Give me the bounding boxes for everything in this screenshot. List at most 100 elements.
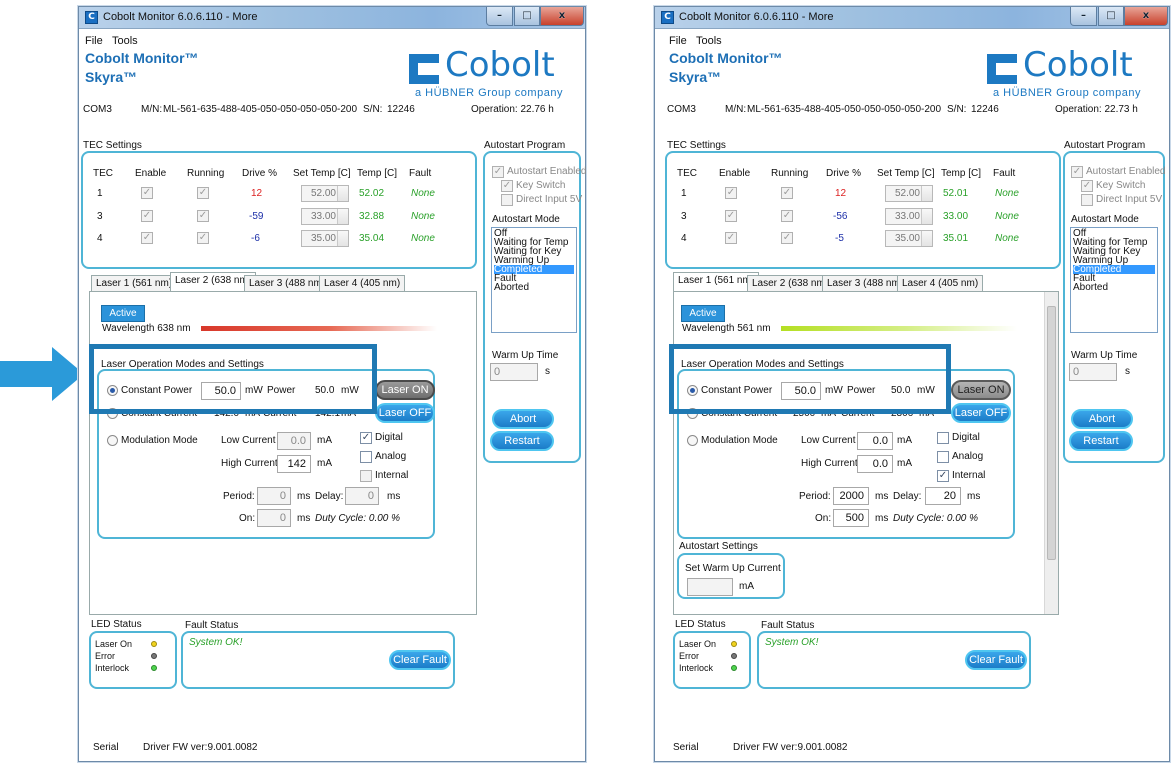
abort-button[interactable]: Abort	[1071, 409, 1133, 429]
on-field[interactable]: 0	[257, 509, 291, 527]
laser-on-button[interactable]: Laser ON	[951, 380, 1011, 400]
low-current-field[interactable]: 0.0	[277, 432, 311, 450]
led-error-label: Error	[679, 651, 699, 661]
laser-off-button[interactable]: Laser OFF	[951, 403, 1011, 423]
period-field[interactable]: 2000	[833, 487, 869, 505]
tab-laser-1[interactable]: Laser 1 (561 nm)	[91, 275, 178, 292]
left-window: C Cobolt Monitor 6.0.6.110 - More – □ x …	[78, 6, 587, 762]
modulation-mode-radio[interactable]	[107, 435, 118, 446]
delay-field[interactable]: 20	[925, 487, 961, 505]
sn-label: S/N:	[947, 104, 967, 115]
on-unit: ms	[297, 513, 311, 524]
menu-tools[interactable]: Tools	[112, 35, 138, 47]
tec-drive: -59	[249, 211, 264, 222]
high-current-field[interactable]: 142	[277, 455, 311, 473]
set-warmup-unit: mA	[739, 581, 754, 592]
tec-enable-checkbox: ✓	[141, 187, 153, 199]
tec-header: Drive %	[242, 168, 278, 179]
maximize-button[interactable]: □	[514, 7, 540, 26]
scrollbar-thumb[interactable]	[1047, 306, 1056, 560]
app-title: Cobolt Monitor™	[669, 50, 783, 66]
window-title: Cobolt Monitor 6.0.6.110 - More	[679, 11, 834, 23]
menu-file[interactable]: File	[669, 35, 687, 47]
tec-drive: -5	[835, 233, 844, 244]
analog-checkbox[interactable]	[937, 451, 949, 463]
tab-laser-4[interactable]: Laser 4 (405 nm)	[897, 275, 984, 292]
clear-fault-button[interactable]: Clear Fault	[389, 650, 451, 670]
operation-hours: Operation: 22.76 h	[471, 104, 554, 115]
on-label: On:	[239, 513, 256, 524]
tec-running-checkbox: ✓	[197, 187, 209, 199]
tab-laser-3[interactable]: Laser 3 (488 nm)	[244, 275, 331, 292]
analog-checkbox[interactable]	[360, 451, 372, 463]
warmup-time-field[interactable]: 0	[1069, 363, 1117, 381]
tec-header: Running	[771, 168, 809, 179]
menu-file[interactable]: File	[85, 35, 103, 47]
tec-header: Set Temp [C]	[877, 168, 935, 179]
restart-button[interactable]: Restart	[1069, 431, 1133, 451]
led-status-title: LED Status	[675, 619, 726, 630]
tec-enable-checkbox: ✓	[725, 187, 737, 199]
tec-enable-checkbox: ✓	[141, 210, 153, 222]
led-laser-on-icon	[151, 641, 157, 647]
tec-running-checkbox: ✓	[781, 210, 793, 222]
tec-drive: -56	[833, 211, 848, 222]
panel-scrollbar[interactable]	[1044, 292, 1058, 614]
digital-checkbox[interactable]: ✓	[360, 432, 372, 444]
on-field[interactable]: 500	[833, 509, 869, 527]
close-button[interactable]: x	[1124, 7, 1168, 26]
digital-checkbox[interactable]	[937, 432, 949, 444]
fault-message: System OK!	[765, 637, 819, 648]
tec-running-checkbox: ✓	[781, 187, 793, 199]
cobolt-logo-icon	[409, 54, 439, 84]
on-unit: ms	[875, 513, 889, 524]
internal-checkbox[interactable]	[360, 470, 372, 482]
tec-fault: None	[995, 233, 1019, 244]
key-switch-label: Key Switch	[1096, 180, 1146, 191]
tec-header: TEC	[677, 168, 697, 179]
title-bar: C Cobolt Monitor 6.0.6.110 - More – □ x	[655, 7, 1169, 29]
autostart-mode-list[interactable]: Off Waiting for Temp Waiting for Key War…	[1070, 227, 1158, 333]
warmup-time-title: Warm Up Time	[492, 350, 559, 361]
mode-item[interactable]: Aborted	[1073, 283, 1155, 293]
high-current-unit: mA	[897, 458, 912, 469]
abort-button[interactable]: Abort	[492, 409, 554, 429]
direct-input-checkbox	[501, 194, 513, 206]
mn-label: M/N:	[725, 104, 747, 115]
menu-tools[interactable]: Tools	[696, 35, 722, 47]
minimize-button[interactable]: –	[486, 7, 513, 26]
mode-item[interactable]: Aborted	[494, 283, 574, 293]
tec-set-temp-spinner: 33.00	[885, 208, 933, 225]
autostart-mode-list[interactable]: Off Waiting for Temp Waiting for Key War…	[491, 227, 577, 333]
clear-fault-button[interactable]: Clear Fault	[965, 650, 1027, 670]
delay-field[interactable]: 0	[345, 487, 379, 505]
close-button[interactable]: x	[540, 7, 584, 26]
window-title: Cobolt Monitor 6.0.6.110 - More	[103, 11, 258, 23]
tab-laser-4[interactable]: Laser 4 (405 nm)	[319, 275, 406, 292]
wavelength-label: Wavelength 638 nm	[102, 323, 191, 334]
right-window: C Cobolt Monitor 6.0.6.110 - More – □ x …	[654, 6, 1170, 762]
internal-checkbox[interactable]: ✓	[937, 470, 949, 482]
period-unit: ms	[297, 491, 311, 502]
mn-value: ML-561-635-488-405-050-050-050-050-200	[747, 104, 942, 115]
minimize-button[interactable]: –	[1070, 7, 1097, 26]
tec-settings-title: TEC Settings	[83, 140, 142, 151]
restart-button[interactable]: Restart	[490, 431, 554, 451]
warmup-time-field[interactable]: 0	[490, 363, 538, 381]
low-current-unit: mA	[897, 435, 912, 446]
low-current-field[interactable]: 0.0	[857, 432, 893, 450]
set-warmup-field[interactable]	[687, 578, 733, 596]
tec-id: 1	[681, 188, 687, 199]
maximize-button[interactable]: □	[1098, 7, 1124, 26]
laser-on-button[interactable]: Laser ON	[375, 380, 435, 400]
modulation-mode-radio[interactable]	[687, 435, 698, 446]
high-current-unit: mA	[317, 458, 332, 469]
laser-off-button[interactable]: Laser OFF	[375, 403, 435, 423]
tec-id: 3	[97, 211, 103, 222]
period-field[interactable]: 0	[257, 487, 291, 505]
tab-laser-3[interactable]: Laser 3 (488 nm)	[822, 275, 909, 292]
high-current-field[interactable]: 0.0	[857, 455, 893, 473]
tec-header: Enable	[135, 168, 167, 179]
tec-fault: None	[995, 188, 1019, 199]
tab-laser-2[interactable]: Laser 2 (638 nm)	[747, 275, 834, 292]
